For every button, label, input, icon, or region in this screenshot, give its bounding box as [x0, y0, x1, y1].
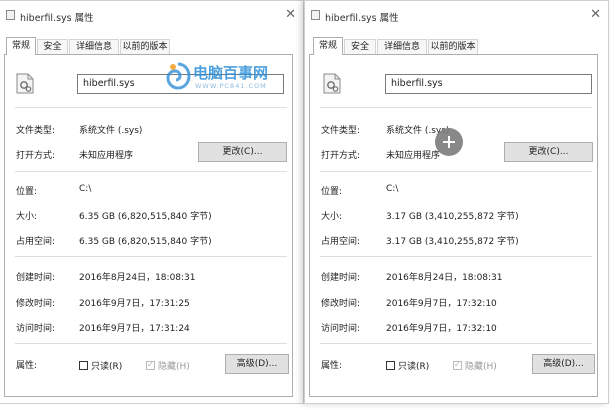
title-bar: hiberfil.sys 属性 ✕	[0, 1, 303, 29]
readonly-checkbox[interactable]	[386, 361, 395, 370]
open-with-label: 打开方式:	[16, 151, 56, 161]
created-value: 2016年8月24日，18:08:31	[386, 273, 503, 283]
advanced-button[interactable]: 高级(D)...	[225, 354, 289, 374]
open-with-value: 未知应用程序	[386, 151, 441, 161]
created-label: 创建时间:	[321, 273, 361, 283]
file-type-label: 文件类型:	[16, 126, 56, 136]
location-label: 位置:	[321, 187, 343, 197]
close-icon[interactable]: ✕	[590, 8, 601, 21]
watermark-logo-icon	[166, 62, 191, 90]
check-icon: ✓	[454, 360, 461, 369]
general-panel	[4, 54, 293, 397]
size-label: 大小:	[321, 212, 343, 222]
created-label: 创建时间:	[16, 273, 56, 283]
readonly-label: 只读(R)	[398, 362, 430, 372]
file-icon	[6, 10, 15, 20]
file-name-field[interactable]: hiberfil.sys	[385, 74, 592, 94]
modified-label: 修改时间:	[321, 299, 361, 309]
title-bar: hiberfil.sys 属性 ✕	[305, 1, 608, 29]
tab-previous-versions[interactable]: 以前的版本	[120, 39, 170, 54]
attributes-label: 属性:	[16, 361, 38, 371]
modified-label: 修改时间:	[16, 299, 56, 309]
size-on-disk-label: 占用空间:	[16, 237, 56, 247]
divider	[320, 107, 592, 108]
created-value: 2016年8月24日，18:08:31	[79, 273, 196, 283]
tab-previous-versions[interactable]: 以前的版本	[428, 39, 478, 54]
change-button[interactable]: 更改(C)...	[504, 142, 593, 162]
watermark: 电脑百事网 WWW.PC841.COM	[165, 60, 315, 94]
hidden-checkbox: ✓	[146, 360, 155, 370]
file-type-label: 文件类型:	[321, 126, 361, 136]
divider	[15, 256, 287, 257]
attributes-label: 属性:	[321, 361, 343, 371]
tab-general[interactable]: 常规	[6, 37, 36, 55]
size-on-disk-value: 3.17 GB (3,410,255,872 字节)	[386, 237, 519, 247]
accessed-value: 2016年9月7日，17:32:10	[386, 324, 497, 334]
watermark-url: WWW.PC841.COM	[195, 82, 267, 90]
tab-details[interactable]: 详细信息	[377, 39, 427, 54]
change-button[interactable]: 更改(C)...	[198, 142, 287, 162]
readonly-label: 只读(R)	[91, 362, 123, 372]
divider	[15, 171, 287, 172]
properties-dialog-right: hiberfil.sys 属性 ✕ 常规 安全 详细信息 以前的版本 hiber…	[304, 0, 609, 404]
tab-security[interactable]: 安全	[37, 39, 68, 54]
system-file-icon	[16, 73, 34, 94]
modified-value: 2016年9月7日，17:31:25	[79, 299, 190, 309]
tab-general[interactable]: 常规	[313, 37, 343, 55]
location-label: 位置:	[16, 187, 38, 197]
location-value: C:\	[386, 184, 399, 194]
hidden-label: 隐藏(H)	[158, 362, 190, 372]
divider	[15, 107, 287, 108]
watermark-text: 电脑百事网	[193, 64, 269, 82]
close-icon[interactable]: ✕	[285, 8, 296, 21]
modified-value: 2016年9月7日，17:32:10	[386, 299, 497, 309]
accessed-label: 访问时间:	[16, 324, 56, 334]
size-label: 大小:	[16, 212, 38, 222]
file-icon	[311, 10, 320, 20]
readonly-checkbox[interactable]	[79, 361, 88, 370]
plus-icon	[435, 128, 463, 156]
divider	[320, 171, 592, 172]
window-title: hiberfil.sys 属性	[20, 13, 94, 24]
general-panel	[309, 54, 598, 397]
open-with-value: 未知应用程序	[79, 151, 134, 161]
advanced-button[interactable]: 高级(D)...	[532, 354, 595, 374]
divider	[15, 343, 287, 344]
size-value: 6.35 GB (6,820,515,840 字节)	[79, 212, 212, 222]
hidden-checkbox: ✓	[453, 360, 462, 370]
window-title: hiberfil.sys 属性	[325, 13, 399, 24]
system-file-icon	[323, 73, 341, 94]
size-on-disk-label: 占用空间:	[321, 237, 361, 247]
open-with-label: 打开方式:	[321, 151, 361, 161]
file-type-value: 系统文件 (.sys)	[79, 126, 143, 136]
size-on-disk-value: 6.35 GB (6,820,515,840 字节)	[79, 237, 212, 247]
location-value: C:\	[79, 184, 92, 194]
tab-details[interactable]: 详细信息	[69, 39, 119, 54]
accessed-value: 2016年9月7日，17:31:24	[79, 324, 190, 334]
hidden-label: 隐藏(H)	[465, 362, 497, 372]
divider	[320, 256, 592, 257]
accessed-label: 访问时间:	[321, 324, 361, 334]
tab-security[interactable]: 安全	[344, 39, 376, 54]
divider	[320, 343, 592, 344]
check-icon: ✓	[147, 360, 154, 369]
size-value: 3.17 GB (3,410,255,872 字节)	[386, 212, 519, 222]
